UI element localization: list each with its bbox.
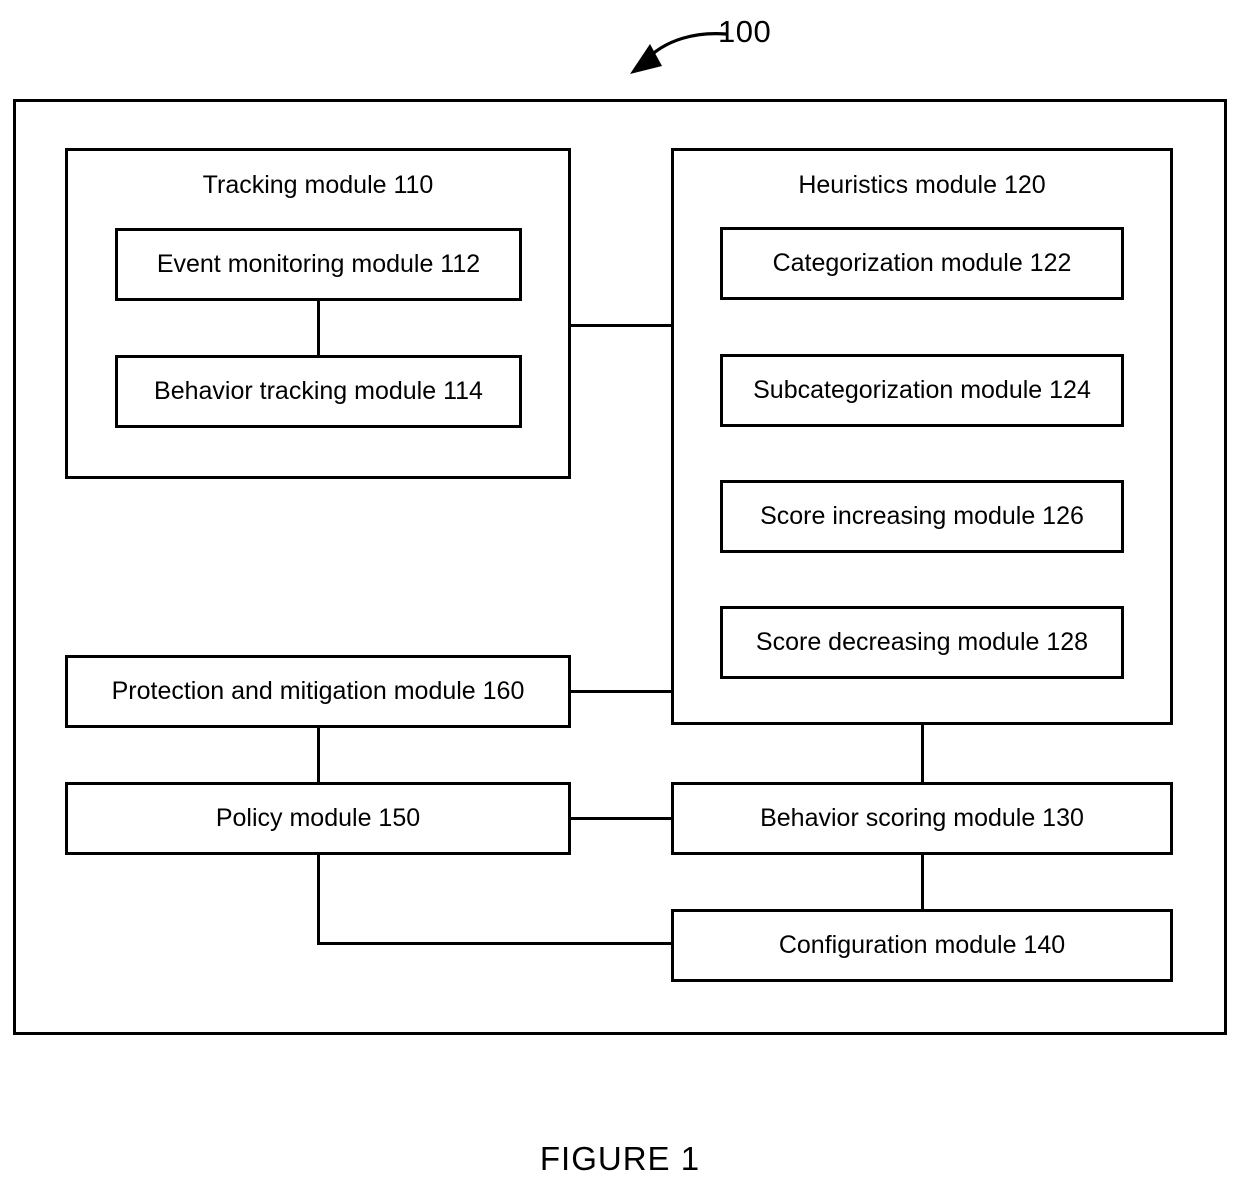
block-behavior-scoring-module-label: Behavior scoring module 130 xyxy=(760,804,1084,832)
connector-policy-to-behavior-scoring xyxy=(571,817,671,820)
connector-policy-to-configuration-horizontal xyxy=(317,942,671,945)
block-policy-module-label: Policy module 150 xyxy=(215,804,421,832)
block-behavior-tracking-module[interactable]: Behavior tracking module 114 xyxy=(115,355,522,428)
group-tracking-module-title: Tracking module 110 xyxy=(202,171,434,199)
block-behavior-scoring-module[interactable]: Behavior scoring module 130 xyxy=(671,782,1173,855)
connector-heuristics-to-behavior-scoring xyxy=(921,725,924,782)
block-behavior-tracking-module-label: Behavior tracking module 114 xyxy=(154,377,483,405)
connector-event-to-behavior xyxy=(317,301,320,355)
block-configuration-module[interactable]: Configuration module 140 xyxy=(671,909,1173,982)
reference-numeral-100: 100 xyxy=(718,14,772,49)
block-event-monitoring-module-label: Event monitoring module 112 xyxy=(156,250,481,278)
block-protection-and-mitigation-module-label: Protection and mitigation module 160 xyxy=(111,677,525,705)
connector-tracking-to-heuristics xyxy=(571,324,671,327)
connector-protection-to-policy xyxy=(317,728,320,782)
figure-page: 100 Tracking module 110 Event monitoring… xyxy=(0,0,1240,1197)
connector-behavior-scoring-to-configuration xyxy=(921,855,924,909)
block-score-increasing-module[interactable]: Score increasing module 126 xyxy=(720,480,1124,553)
block-categorization-module-label: Categorization module 122 xyxy=(772,249,1072,277)
block-policy-module[interactable]: Policy module 150 xyxy=(65,782,571,855)
connector-policy-to-configuration-vertical xyxy=(317,855,320,945)
block-subcategorization-module[interactable]: Subcategorization module 124 xyxy=(720,354,1124,427)
group-heuristics-module-title: Heuristics module 120 xyxy=(798,171,1046,199)
block-score-decreasing-module-label: Score decreasing module 128 xyxy=(755,628,1089,656)
curved-arrow-icon xyxy=(630,32,728,74)
block-categorization-module[interactable]: Categorization module 122 xyxy=(720,227,1124,300)
figure-caption: FIGURE 1 xyxy=(539,1140,701,1177)
block-protection-and-mitigation-module[interactable]: Protection and mitigation module 160 xyxy=(65,655,571,728)
block-score-decreasing-module[interactable]: Score decreasing module 128 xyxy=(720,606,1124,679)
block-configuration-module-label: Configuration module 140 xyxy=(778,931,1066,959)
connector-protection-to-heuristics xyxy=(571,690,671,693)
block-event-monitoring-module[interactable]: Event monitoring module 112 xyxy=(115,228,522,301)
block-subcategorization-module-label: Subcategorization module 124 xyxy=(753,376,1091,404)
block-score-increasing-module-label: Score increasing module 126 xyxy=(760,502,1084,530)
